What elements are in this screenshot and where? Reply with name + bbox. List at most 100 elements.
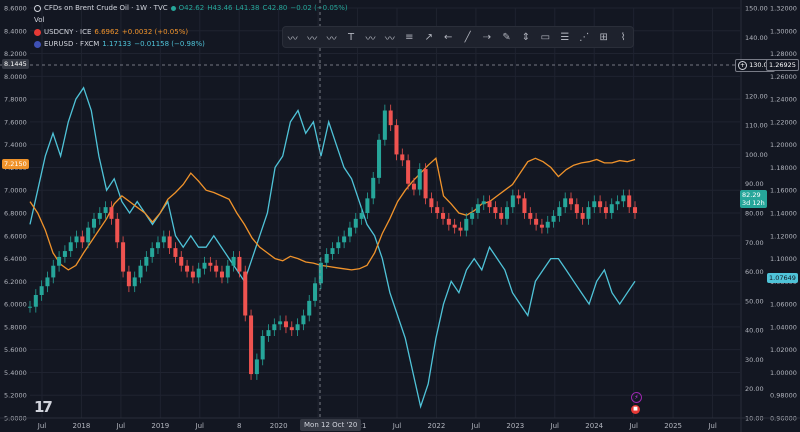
y-brent-tick-label: 110.00 (745, 122, 768, 130)
brent-candles (27, 104, 638, 380)
tradingview-logo[interactable]: 17 (34, 398, 53, 416)
arrow-line-icon[interactable]: ⇢ (478, 32, 496, 43)
candle-body (208, 262, 213, 266)
wave-icon[interactable]: 〰 (284, 30, 302, 45)
wave-icon[interactable]: 〰 (303, 30, 321, 45)
legend-usdcny-row[interactable]: USDCNY · ICE 6.6962 +0.0032 (+0.05%) (34, 27, 188, 38)
legend-vol-row: Vol (34, 15, 44, 26)
candle-body (499, 213, 504, 219)
candle-body (103, 207, 108, 213)
candle-body (266, 330, 271, 336)
candle-body (173, 248, 178, 257)
y-left-tick-label: 8.6000 (4, 5, 27, 13)
crosshair-cny: 8.1445 (4, 60, 27, 68)
legend-high: H43.46 (207, 4, 233, 12)
arrow-left-icon[interactable]: ← (439, 32, 457, 43)
event-flag-icon[interactable]: ■ (631, 405, 640, 414)
x-tick-label: 2023 (506, 422, 524, 430)
candle-body (185, 265, 190, 272)
candle-body (51, 265, 56, 278)
brent-last: 82.29 (742, 191, 761, 199)
candle-body (150, 248, 155, 257)
candle-body (528, 213, 533, 219)
candle-body (214, 265, 219, 272)
candle-body (516, 195, 521, 199)
candle-body (324, 254, 329, 263)
y-brent-tick-label: 120.00 (745, 92, 768, 100)
candle-body (318, 262, 323, 284)
wave-icon[interactable]: 〰 (323, 30, 341, 45)
lines-icon[interactable]: ≡ (400, 32, 418, 43)
usdcny-last-tag: 7.2150 (2, 159, 29, 169)
candle-body (283, 321, 288, 328)
rectangle-icon[interactable]: ▭ (536, 32, 554, 43)
eurusd-last: 1.07649 (769, 274, 796, 282)
y-eur-tick-label: 0.98000 (770, 392, 797, 400)
candle-body (121, 242, 126, 272)
y-left-tick-label: 8.2000 (4, 50, 27, 58)
candle-body (330, 248, 335, 254)
candle-body (289, 327, 294, 331)
candle-body (86, 227, 91, 243)
event-lightning-icon[interactable]: ⚡ (631, 392, 642, 403)
legend-eurusd-change: −0.01158 (−0.98%) (134, 40, 205, 48)
candle-body (557, 207, 562, 216)
candle-body (464, 218, 469, 231)
y-left-tick-label: 5.6000 (4, 346, 27, 354)
candle-body (68, 242, 73, 252)
y-left-tick-label: 7.6000 (4, 118, 27, 126)
candle-body (62, 251, 67, 257)
y-eur-tick-label: 1.00000 (770, 369, 797, 377)
candle-body (196, 268, 201, 278)
arrow-diagonal-icon[interactable]: ↗ (420, 32, 438, 43)
text-tool-icon[interactable]: T (342, 32, 360, 43)
candle-body (179, 256, 184, 266)
x-tick-label: 2020 (270, 422, 288, 430)
candle-body (534, 218, 539, 225)
candle-body (342, 236, 347, 243)
candle-body (406, 160, 411, 184)
price-range-icon[interactable]: ⇕ (517, 32, 535, 43)
legend-usdcny-change: +0.0032 (+0.05%) (121, 28, 189, 36)
line-icon[interactable]: ╱ (459, 32, 477, 43)
fan-icon[interactable]: ⋰ (575, 32, 593, 43)
gann-icon[interactable]: ⊞ (595, 32, 613, 43)
candle-body (243, 271, 248, 316)
legend-main-row: CFDs on Brent Crude Oil · 1W · TVC O42.6… (34, 3, 348, 14)
x-tick-label: 2024 (585, 422, 603, 430)
legend-low: L41.38 (235, 4, 260, 12)
chart-canvas[interactable]: Jul2018Jul2019Jul82020Jul2021Jul2022Jul2… (0, 0, 800, 432)
cny-flag-icon (34, 29, 41, 36)
fib-icon[interactable]: ☰ (556, 32, 574, 43)
candle-body (487, 201, 492, 208)
candle-body (336, 242, 341, 249)
candle-body (377, 139, 382, 178)
legend-eurusd-row[interactable]: EURUSD · FXCM 1.17133 −0.01158 (−0.98%) (34, 39, 205, 50)
candle-body (458, 227, 463, 231)
wave-icon[interactable]: 〰 (361, 30, 379, 45)
candle-body (219, 271, 224, 278)
add-alert-icon[interactable]: + (738, 61, 747, 70)
x-tick-label: Jul (116, 422, 126, 430)
y-left-tick-label: 5.8000 (4, 323, 27, 331)
brent-countdown: 3d 12h (742, 199, 765, 207)
path-icon[interactable]: ⌇ (614, 32, 632, 43)
crosshair-date-label: Mon 12 Oct '20 (300, 419, 362, 431)
y-left-tick-label: 6.4000 (4, 255, 27, 263)
x-tick-label: Jul (471, 422, 481, 430)
y-eur-tick-label: 1.30000 (770, 27, 797, 35)
candle-body (109, 207, 114, 219)
candle-body (190, 271, 195, 278)
wave-icon[interactable]: 〰 (381, 30, 399, 45)
legend-main-title: CFDs on Brent Crude Oil · 1W · TVC (44, 4, 168, 12)
brush-icon[interactable]: ✎ (498, 32, 516, 43)
y-eur-tick-label: 1.06000 (770, 301, 797, 309)
candle-body (621, 195, 626, 202)
y-brent-tick-label: 150.00 (745, 5, 768, 13)
candle-body (347, 227, 352, 237)
y-brent-tick-label: 70.00 (745, 239, 764, 247)
y-left-tick-label: 6.0000 (4, 301, 27, 309)
candle-body (551, 215, 556, 222)
brent-symbol-icon (34, 5, 41, 12)
candle-body (155, 242, 160, 249)
